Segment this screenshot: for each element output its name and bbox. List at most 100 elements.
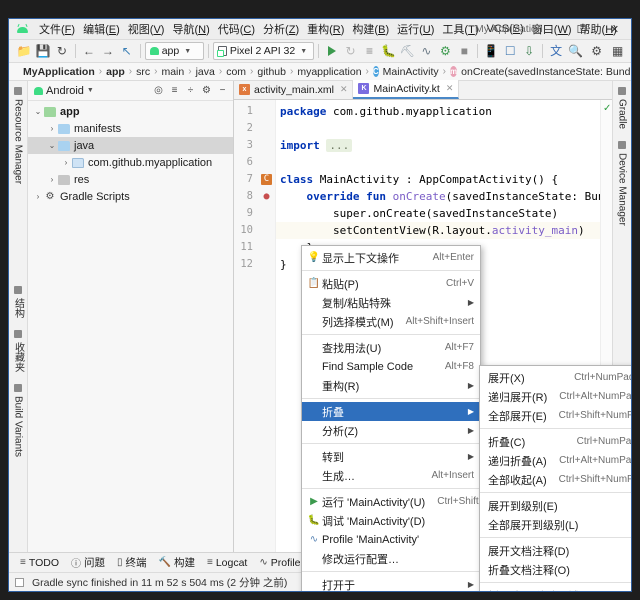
minimize-button[interactable]: ─ — [532, 19, 565, 40]
menu-run[interactable]: 运行(U) — [393, 19, 438, 39]
tab-activity-main-xml[interactable]: x activity_main.xml ✕ — [234, 80, 354, 99]
ctx-analyze[interactable]: 分析(Z) ▶ — [302, 421, 480, 440]
sidebar-item-build-variants[interactable]: Build Variants — [11, 378, 26, 463]
sub-fold-selection[interactable]: 折叠选区/移除区域(S) Ctrl+. — [480, 586, 631, 591]
sub-collapse-all[interactable]: 全部收起(A) Ctrl+Shift+NumPad - — [480, 470, 631, 489]
ctx-paste[interactable]: 📋 粘贴(P) Ctrl+V — [302, 274, 480, 293]
sub-collapse-doc-comments[interactable]: 折叠文档注释(O) — [480, 560, 631, 579]
forward-arrow-icon[interactable]: → — [99, 42, 117, 61]
sub-expand-to-level[interactable]: 展开到级别(E) ▶ — [480, 496, 631, 515]
ctx-copy-paste-special[interactable]: 复制/粘贴特殊 ▶ — [302, 293, 480, 312]
search-icon[interactable]: 🔍 — [566, 42, 585, 61]
twisty-icon[interactable]: › — [46, 175, 58, 184]
undo-icon[interactable]: ↖ — [118, 42, 136, 61]
sub-expand-recursively[interactable]: 递归展开(R) Ctrl+Alt+NumPad + — [480, 387, 631, 406]
device-file-explorer-icon[interactable]: ⇩ — [520, 42, 538, 61]
menu-file[interactable]: 文件(F) — [35, 19, 79, 39]
menu-view[interactable]: 视图(V) — [124, 19, 169, 39]
device-selector[interactable]: Pixel 2 API 32 ▼ — [212, 42, 314, 60]
ctx-find-sample-code[interactable]: Find Sample Code Alt+F8 — [302, 357, 480, 376]
bottom-item-build[interactable]: 🔨 构建 — [154, 554, 200, 571]
locate-icon[interactable]: ◎ — [151, 83, 166, 98]
project-view-selector[interactable]: Android — [46, 85, 84, 97]
sub-expand-all-to-level[interactable]: 全部展开到级别(L) ▶ — [480, 515, 631, 534]
sidebar-item-favorites[interactable]: 收藏夹 — [9, 324, 28, 378]
breadcrumb-item-app[interactable]: app — [106, 66, 125, 78]
twisty-icon[interactable]: ⌄ — [46, 141, 58, 150]
sidebar-item-structure[interactable]: 结构 — [9, 280, 28, 324]
sub-expand-all[interactable]: 全部展开(E) Ctrl+Shift+NumPad + — [480, 406, 631, 425]
chevron-down-icon-project[interactable]: ▼ — [87, 87, 94, 94]
sub-collapse[interactable]: 折叠(C) Ctrl+NumPad - — [480, 432, 631, 451]
menu-navigate[interactable]: 导航(N) — [168, 19, 213, 39]
rerun-icon[interactable]: ↻ — [342, 42, 360, 61]
tree-node-manifests[interactable]: › manifests — [28, 120, 233, 137]
translate-icon[interactable]: 文 — [547, 42, 565, 61]
sdk-manager-icon[interactable]: ☐ — [501, 42, 519, 61]
sidebar-item-resource-manager[interactable]: Resource Manager — [11, 81, 26, 190]
menu-build[interactable]: 构建(B) — [348, 19, 393, 39]
bottom-item-todo[interactable]: ≡ TODO — [15, 556, 64, 570]
expand-icon[interactable]: ÷ — [183, 83, 198, 98]
breadcrumb-item-oncreate[interactable]: onCreate(savedInstanceState: Bundle?) — [461, 66, 631, 78]
project-structure-icon[interactable]: ▦ — [608, 42, 627, 61]
close-icon[interactable]: ✕ — [340, 84, 348, 95]
tree-node-package[interactable]: › com.github.myapplication — [28, 154, 233, 171]
module-selector[interactable]: app ▼ — [144, 42, 204, 60]
breadcrumb-item-github[interactable]: github — [257, 66, 286, 78]
twisty-icon[interactable]: ⌄ — [32, 107, 44, 116]
menu-code[interactable]: 代码(C) — [214, 19, 259, 39]
avd-manager-icon[interactable]: 📱 — [482, 42, 500, 61]
ctx-refactor[interactable]: 重构(R) ▶ — [302, 376, 480, 395]
ctx-column-selection-mode[interactable]: 列选择模式(M) Alt+Shift+Insert — [302, 312, 480, 331]
bottom-item-logcat[interactable]: ≡ Logcat — [202, 556, 252, 570]
ctx-go-to[interactable]: 转到 ▶ — [302, 447, 480, 466]
breadcrumb-item-java[interactable]: java — [196, 66, 215, 78]
close-button[interactable]: ✕ — [598, 19, 631, 40]
ctx-profile-mainactivity[interactable]: ∿ Profile 'MainActivity' — [302, 530, 480, 549]
sub-expand[interactable]: 展开(X) Ctrl+NumPad + — [480, 368, 631, 387]
ctx-run-mainactivity[interactable]: ▶ 运行 'MainActivity'(U) Ctrl+Shift+F10 — [302, 492, 502, 511]
class-gutter-icon[interactable]: C — [261, 174, 272, 185]
ctx-debug-mainactivity[interactable]: 🐛 调试 'MainActivity'(D) — [302, 511, 480, 530]
breadcrumb-item-myapplication-pkg[interactable]: myapplication — [297, 66, 361, 78]
ctx-find-usages[interactable]: 查找用法(U) Alt+F7 — [302, 338, 480, 357]
tree-node-res[interactable]: › res — [28, 171, 233, 188]
bottom-item-problems[interactable]: ⓘ 问题 — [66, 554, 110, 571]
back-arrow-icon[interactable]: ← — [80, 42, 98, 61]
menu-analyze[interactable]: 分析(Z) — [259, 19, 303, 39]
collapse-all-icon[interactable]: ≡ — [167, 83, 182, 98]
breadcrumb-item-myapplication[interactable]: MyApplication — [23, 66, 95, 78]
ctx-folding[interactable]: 折叠 ▶ — [302, 402, 480, 421]
debug-icon[interactable]: 🐛 — [379, 42, 397, 61]
bottom-item-terminal[interactable]: ▯ 终端 — [112, 554, 152, 571]
apply-changes-icon[interactable]: ≡ — [361, 42, 379, 61]
status-checkbox-icon[interactable] — [15, 577, 24, 587]
run-icon[interactable] — [323, 42, 341, 61]
sub-expand-doc-comments[interactable]: 展开文档注释(D) — [480, 541, 631, 560]
line-number-gutter[interactable]: 1 2 3 6 C 7 ● 8 9 10 11 12 — [234, 100, 276, 552]
open-folder-icon[interactable]: 📁 — [15, 42, 33, 61]
ctx-show-context-actions[interactable]: 💡 显示上下文操作 Alt+Enter — [302, 248, 480, 267]
twisty-icon[interactable]: › — [60, 158, 72, 167]
sidebar-item-device-manager[interactable]: Device Manager — [615, 135, 630, 232]
save-icon[interactable]: 💾 — [34, 42, 52, 61]
profile-icon[interactable]: ∿ — [417, 42, 435, 61]
sidebar-item-gradle[interactable]: Gradle — [615, 81, 630, 135]
tree-node-java[interactable]: ⌄ java — [28, 137, 233, 154]
tree-node-gradle-scripts[interactable]: › ⚙ Gradle Scripts — [28, 188, 233, 205]
breadcrumb-item-src[interactable]: src — [136, 66, 150, 78]
ctx-edit-run-configuration[interactable]: 修改运行配置… — [302, 549, 480, 568]
menu-refactor[interactable]: 重构(R) — [303, 19, 348, 39]
ctx-generate[interactable]: 生成… Alt+Insert — [302, 466, 480, 485]
maximize-button[interactable]: ☐ — [565, 19, 598, 40]
tree-node-app[interactable]: ⌄ app — [28, 103, 233, 120]
override-gutter-icon[interactable]: ● — [261, 191, 272, 202]
gear-icon-project[interactable]: ⚙ — [199, 83, 214, 98]
breadcrumb-item-main[interactable]: main — [161, 66, 184, 78]
menu-edit[interactable]: 编辑(E) — [79, 19, 124, 39]
close-icon[interactable]: ✕ — [446, 83, 454, 94]
twisty-icon[interactable]: › — [32, 192, 44, 201]
twisty-icon[interactable]: › — [46, 124, 58, 133]
ctx-open-in[interactable]: 打开于 ▶ — [302, 575, 480, 592]
